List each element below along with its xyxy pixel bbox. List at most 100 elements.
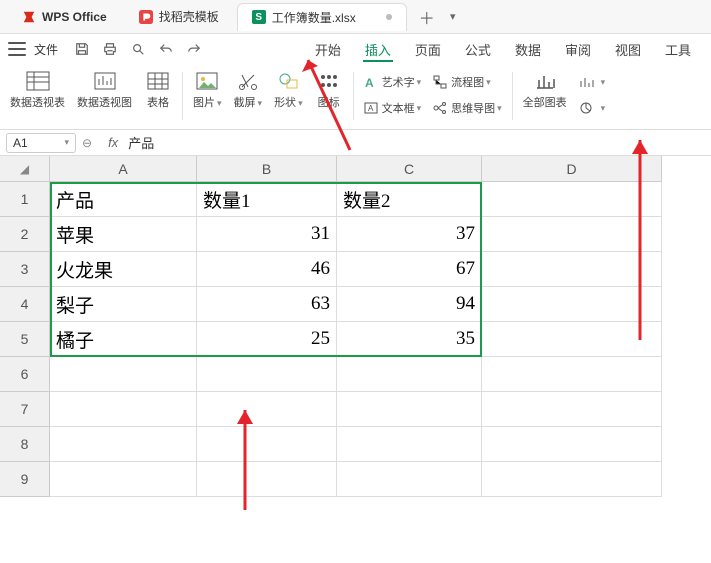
cell[interactable]: 67: [337, 252, 482, 287]
icons-button[interactable]: 图标: [309, 70, 349, 110]
col-header-D[interactable]: D: [482, 156, 662, 182]
undo-icon[interactable]: [156, 39, 176, 59]
cell[interactable]: 63: [197, 287, 337, 322]
row-header[interactable]: 1: [0, 182, 50, 217]
cell[interactable]: [50, 357, 197, 392]
tab-dao-label: 找稻壳模板: [159, 8, 219, 25]
pivot-chart-icon: [91, 70, 119, 92]
cell[interactable]: [482, 252, 662, 287]
cell[interactable]: [482, 322, 662, 357]
shapes-button[interactable]: 形状▾: [268, 70, 309, 110]
mini-chart-button[interactable]: ▾: [579, 70, 606, 94]
cell[interactable]: 橘子: [50, 322, 197, 357]
cell[interactable]: [337, 462, 482, 497]
cell[interactable]: 苹果: [50, 217, 197, 252]
cell[interactable]: [482, 357, 662, 392]
cell[interactable]: 94: [337, 287, 482, 322]
print-icon[interactable]: [100, 39, 120, 59]
formula-value[interactable]: 产品: [128, 133, 154, 152]
cell[interactable]: [337, 357, 482, 392]
zoom-icon[interactable]: ⊖: [82, 136, 92, 150]
shapes-icon: [274, 70, 302, 92]
cell[interactable]: 35: [337, 322, 482, 357]
tab-page[interactable]: 页面: [403, 34, 453, 64]
table-button[interactable]: 表格: [138, 70, 178, 110]
textbox-button[interactable]: A文本框▾: [364, 96, 422, 120]
dao-logo-icon: [139, 10, 153, 24]
cell[interactable]: [482, 217, 662, 252]
formula-bar: A1▾ ⊖ fx 产品: [0, 130, 711, 156]
wordart-button[interactable]: A艺术字▾: [364, 70, 422, 94]
row-header[interactable]: 8: [0, 427, 50, 462]
row-header[interactable]: 4: [0, 287, 50, 322]
tab-review[interactable]: 审阅: [553, 34, 603, 64]
fx-icon[interactable]: fx: [108, 135, 118, 150]
pivot-chart-button[interactable]: 数据透视图: [71, 70, 138, 110]
cell[interactable]: 产品: [50, 182, 197, 217]
tab-insert[interactable]: 插入: [353, 34, 403, 64]
tab-formula[interactable]: 公式: [453, 34, 503, 64]
menu-bar: 文件 开始 插入 页面 公式 数据 审阅 视图 工具: [0, 34, 711, 64]
cell[interactable]: [197, 427, 337, 462]
cell[interactable]: 37: [337, 217, 482, 252]
col-header-A[interactable]: A: [50, 156, 197, 182]
tab-data[interactable]: 数据: [503, 34, 553, 64]
cell[interactable]: 梨子: [50, 287, 197, 322]
save-icon[interactable]: [72, 39, 92, 59]
cell[interactable]: 46: [197, 252, 337, 287]
tab-view[interactable]: 视图: [603, 34, 653, 64]
tab-dao[interactable]: 找稻壳模板: [125, 3, 233, 31]
new-tab-button[interactable]: ＋: [417, 7, 437, 27]
cell[interactable]: [482, 462, 662, 497]
hamburger-icon[interactable]: [8, 42, 26, 56]
cell[interactable]: [197, 357, 337, 392]
select-all-corner[interactable]: ◢: [0, 156, 50, 182]
pie-icon: [579, 102, 595, 114]
tab-wps-home[interactable]: WPS Office: [8, 3, 121, 31]
cell[interactable]: [50, 392, 197, 427]
row-header[interactable]: 9: [0, 462, 50, 497]
cell[interactable]: [337, 392, 482, 427]
col-header-B[interactable]: B: [197, 156, 337, 182]
screenshot-button[interactable]: 截屏▾: [228, 70, 269, 110]
cell[interactable]: [337, 427, 482, 462]
cell[interactable]: [50, 462, 197, 497]
pictures-button[interactable]: 图片▾: [187, 70, 228, 110]
tab-tools[interactable]: 工具: [653, 34, 703, 64]
col-header-C[interactable]: C: [337, 156, 482, 182]
row-header[interactable]: 3: [0, 252, 50, 287]
pivot-table-button[interactable]: 数据透视表: [4, 70, 71, 110]
svg-text:A: A: [368, 104, 374, 113]
cell[interactable]: 火龙果: [50, 252, 197, 287]
cell[interactable]: [482, 392, 662, 427]
cell[interactable]: [50, 427, 197, 462]
mindmap-button[interactable]: 思维导图▾: [433, 96, 502, 120]
tab-home[interactable]: 开始: [303, 34, 353, 64]
row-header[interactable]: 5: [0, 322, 50, 357]
file-menu[interactable]: 文件: [34, 41, 58, 58]
cell[interactable]: 25: [197, 322, 337, 357]
name-box[interactable]: A1▾: [6, 133, 76, 153]
cell[interactable]: [482, 182, 662, 217]
flowchart-button[interactable]: 流程图▾: [433, 70, 491, 94]
bar-icon: [579, 76, 595, 88]
cell[interactable]: 数量1: [197, 182, 337, 217]
row-header[interactable]: 7: [0, 392, 50, 427]
flowchart-icon: [433, 75, 447, 89]
cell[interactable]: [197, 462, 337, 497]
row-header[interactable]: 6: [0, 357, 50, 392]
mini-pie-button[interactable]: ▾: [579, 96, 606, 120]
preview-icon[interactable]: [128, 39, 148, 59]
cell[interactable]: 31: [197, 217, 337, 252]
table-icon: [144, 70, 172, 92]
all-charts-button[interactable]: 全部图表: [517, 70, 573, 110]
row-header[interactable]: 2: [0, 217, 50, 252]
cell[interactable]: [482, 287, 662, 322]
tab-menu-button[interactable]: ▾: [443, 7, 463, 27]
cell[interactable]: [197, 392, 337, 427]
cell[interactable]: 数量2: [337, 182, 482, 217]
redo-icon[interactable]: [184, 39, 204, 59]
cell[interactable]: [482, 427, 662, 462]
textbox-icon: A: [364, 101, 378, 115]
tab-active-doc[interactable]: S 工作簿数量.xlsx: [237, 3, 407, 31]
